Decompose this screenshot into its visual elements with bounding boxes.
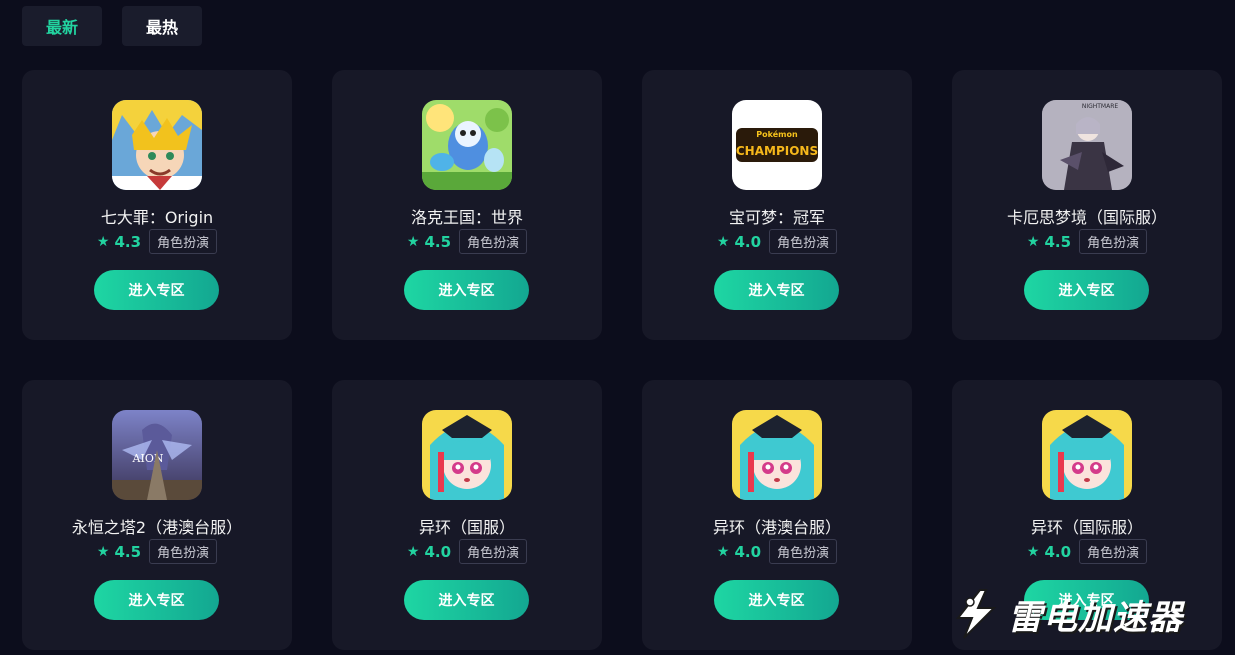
enter-zone-button[interactable]: 进入专区: [404, 270, 529, 310]
game-meta: ★ 4.0 角色扮演: [642, 539, 912, 564]
rating: ★ 4.0: [1026, 542, 1072, 561]
game-name: 洛克王国：世界: [410, 208, 523, 227]
game-meta: ★ 4.0 角色扮演: [332, 539, 602, 564]
watermark-text: 雷电加速器: [1008, 597, 1183, 638]
star-icon: ★: [96, 543, 110, 560]
genre-tag: 角色扮演: [769, 539, 838, 564]
genre-tag: 角色扮演: [769, 229, 838, 254]
rating: ★ 4.0: [406, 542, 452, 561]
roco-kingdom-icon[interactable]: [422, 100, 512, 190]
star-icon: ★: [716, 543, 730, 560]
aion-2-icon[interactable]: AION: [112, 410, 202, 500]
genre-tag: 角色扮演: [1079, 539, 1148, 564]
rating: ★ 4.3: [96, 232, 142, 251]
enter-zone-button[interactable]: 进入专区: [94, 580, 219, 620]
rating: ★ 4.5: [1026, 232, 1072, 251]
game-name: 卡厄思梦境（国际服）: [1006, 208, 1167, 227]
game-meta: ★ 4.0 角色扮演: [642, 229, 912, 254]
enter-zone-button[interactable]: 进入专区: [94, 270, 219, 310]
neverness-to-everness-icon[interactable]: [1042, 410, 1132, 500]
star-icon: ★: [96, 233, 110, 250]
game-card: 异环（国服） ★ 4.0 角色扮演 进入专区: [332, 380, 602, 650]
game-meta: ★ 4.5 角色扮演: [332, 229, 602, 254]
svg-text:CHAMPIONS: CHAMPIONS: [736, 144, 818, 158]
game-name: 宝可梦：冠军: [728, 208, 825, 227]
game-name: 异环（国服）: [418, 518, 515, 537]
genre-tag: 角色扮演: [149, 539, 218, 564]
game-meta: ★ 4.5 角色扮演: [952, 229, 1222, 254]
tab-latest[interactable]: 最新: [22, 6, 102, 46]
genre-tag: 角色扮演: [459, 229, 528, 254]
rating: ★ 4.5: [406, 232, 452, 251]
chaos-zero-nightmare-icon[interactable]: NIGHTMARE: [1042, 100, 1132, 190]
star-icon: ★: [1026, 543, 1040, 560]
game-card: 七大罪：Origin ★ 4.3 角色扮演 进入专区: [22, 70, 292, 340]
genre-tag: 角色扮演: [149, 229, 218, 254]
lightning-logo-icon: [955, 589, 997, 639]
game-card: Pokémon CHAMPIONS 宝可梦：冠军 ★ 4.0 角色扮演 进入专区: [642, 70, 912, 340]
genre-tag: 角色扮演: [1079, 229, 1148, 254]
seven-deadly-sins-icon[interactable]: [112, 100, 202, 190]
watermark: 雷电加速器: [950, 588, 1183, 640]
rating: ★ 4.0: [716, 542, 762, 561]
pokemon-champions-icon[interactable]: Pokémon CHAMPIONS: [732, 100, 822, 190]
enter-zone-button[interactable]: 进入专区: [1024, 270, 1149, 310]
sort-tabs: 最新 最热: [22, 6, 202, 46]
game-name: 七大罪：Origin: [100, 208, 214, 227]
star-icon: ★: [406, 543, 420, 560]
neverness-to-everness-icon[interactable]: [732, 410, 822, 500]
genre-tag: 角色扮演: [459, 539, 528, 564]
game-card: 洛克王国：世界 ★ 4.5 角色扮演 进入专区: [332, 70, 602, 340]
tab-hot[interactable]: 最热: [122, 6, 202, 46]
game-card: AION 永恒之塔2（港澳台服） ★ 4.5 角色扮演 进入专区: [22, 380, 292, 650]
enter-zone-button[interactable]: 进入专区: [714, 270, 839, 310]
game-name: 异环（港澳台服）: [712, 518, 841, 537]
game-name: 永恒之塔2（港澳台服）: [71, 518, 243, 537]
game-meta: ★ 4.0 角色扮演: [952, 539, 1222, 564]
star-icon: ★: [1026, 233, 1040, 250]
game-name: 异环（国际服）: [1030, 518, 1143, 537]
neverness-to-everness-icon[interactable]: [422, 410, 512, 500]
rating: ★ 4.5: [96, 542, 142, 561]
game-card: 异环（港澳台服） ★ 4.0 角色扮演 进入专区: [642, 380, 912, 650]
enter-zone-button[interactable]: 进入专区: [404, 580, 529, 620]
enter-zone-button[interactable]: 进入专区: [714, 580, 839, 620]
game-card: NIGHTMARE 卡厄思梦境（国际服） ★ 4.5 角色扮演 进入专区: [952, 70, 1222, 340]
svg-text:Pokémon: Pokémon: [756, 129, 798, 139]
star-icon: ★: [406, 233, 420, 250]
star-icon: ★: [716, 233, 730, 250]
game-meta: ★ 4.3 角色扮演: [22, 229, 292, 254]
svg-text:NIGHTMARE: NIGHTMARE: [1082, 103, 1119, 110]
game-meta: ★ 4.5 角色扮演: [22, 539, 292, 564]
rating: ★ 4.0: [716, 232, 762, 251]
